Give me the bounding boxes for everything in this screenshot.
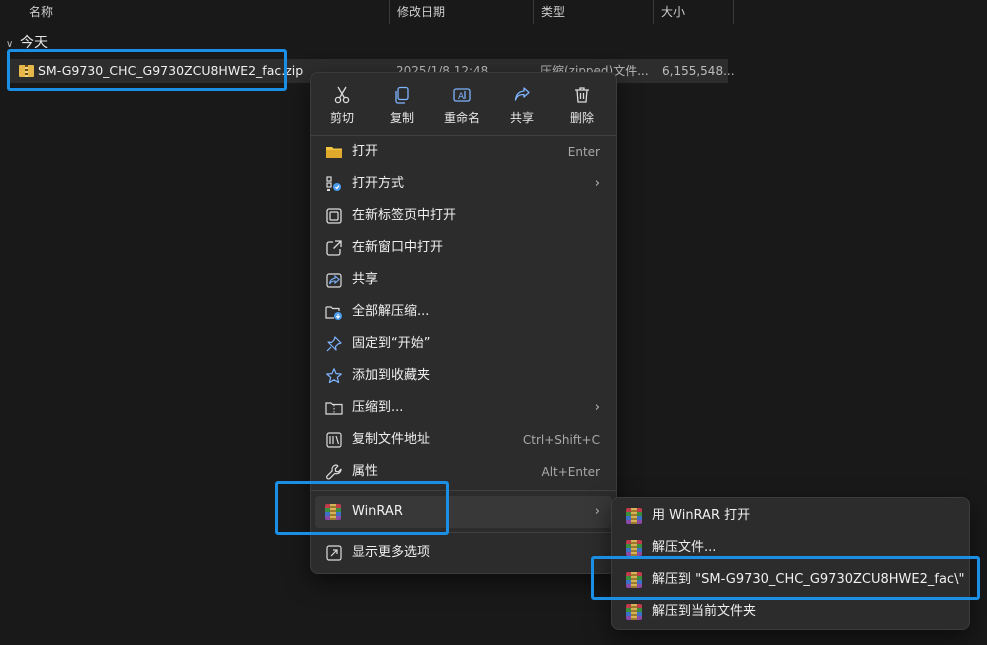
extract-all-icon xyxy=(325,303,343,321)
column-size[interactable]: 大小 xyxy=(654,0,734,24)
folder-open-icon xyxy=(325,143,343,161)
rename-button[interactable]: A 重命名 xyxy=(432,81,492,129)
file-size: 6,155,548... xyxy=(662,64,735,78)
menu-item-open-new-window[interactable]: 在新窗口中打开 xyxy=(315,232,612,264)
highlight-box-extract-to xyxy=(591,556,980,600)
share-icon xyxy=(512,85,532,105)
menu-item-show-more-options[interactable]: 显示更多选项 xyxy=(315,537,612,569)
winrar-icon xyxy=(626,540,642,556)
menu-item-extract-all[interactable]: 全部解压缩... xyxy=(315,296,612,328)
quick-actions-bar: 剪切 复制 A 重命名 共享 删除 xyxy=(311,73,616,135)
share-icon xyxy=(325,271,343,289)
new-tab-icon xyxy=(325,207,343,225)
delete-button[interactable]: 删除 xyxy=(552,81,612,129)
more-options-icon xyxy=(325,544,343,562)
menu-item-pin-to-start[interactable]: 固定到“开始” xyxy=(315,328,612,360)
menu-item-copy-path[interactable]: 复制文件地址 Ctrl+Shift+C xyxy=(315,424,612,456)
column-type[interactable]: 类型 xyxy=(534,0,654,24)
menu-item-open-new-tab[interactable]: 在新标签页中打开 xyxy=(315,200,612,232)
chevron-right-icon: › xyxy=(594,504,600,519)
submenu-item-extract-here[interactable]: 解压到当前文件夹 xyxy=(616,596,965,628)
rename-icon: A xyxy=(452,85,472,105)
column-name[interactable]: 名称 xyxy=(22,0,390,24)
new-window-icon xyxy=(325,239,343,257)
chevron-right-icon: › xyxy=(594,400,600,415)
menu-item-add-to-favorites[interactable]: 添加到收藏夹 xyxy=(315,360,612,392)
share-button[interactable]: 共享 xyxy=(492,81,552,129)
wrench-icon xyxy=(325,463,343,481)
scissors-icon xyxy=(332,85,352,105)
submenu-item-open-with-winrar[interactable]: 用 WinRAR 打开 xyxy=(616,500,965,532)
menu-item-share[interactable]: 共享 xyxy=(315,264,612,296)
cut-button[interactable]: 剪切 xyxy=(312,81,372,129)
svg-text:A: A xyxy=(458,92,465,102)
highlight-box-file xyxy=(7,49,287,91)
menu-item-open-with[interactable]: 打开方式 › xyxy=(315,168,612,200)
pin-icon xyxy=(325,335,343,353)
chevron-right-icon: › xyxy=(594,176,600,191)
compress-icon xyxy=(325,399,343,417)
column-header: 名称 修改日期 类型 大小 ⌃ xyxy=(0,0,740,24)
menu-item-open[interactable]: 打开 Enter xyxy=(315,136,612,168)
open-with-icon xyxy=(325,175,343,193)
winrar-icon xyxy=(626,604,642,620)
winrar-icon xyxy=(626,508,642,524)
sort-caret-icon: ⌃ xyxy=(455,0,463,6)
highlight-box-winrar xyxy=(275,481,449,535)
star-icon xyxy=(325,367,343,385)
copy-path-icon xyxy=(325,431,343,449)
trash-icon xyxy=(572,85,592,105)
copy-button[interactable]: 复制 xyxy=(372,81,432,129)
menu-item-compress-to[interactable]: 压缩到... › xyxy=(315,392,612,424)
copy-icon xyxy=(392,85,412,105)
